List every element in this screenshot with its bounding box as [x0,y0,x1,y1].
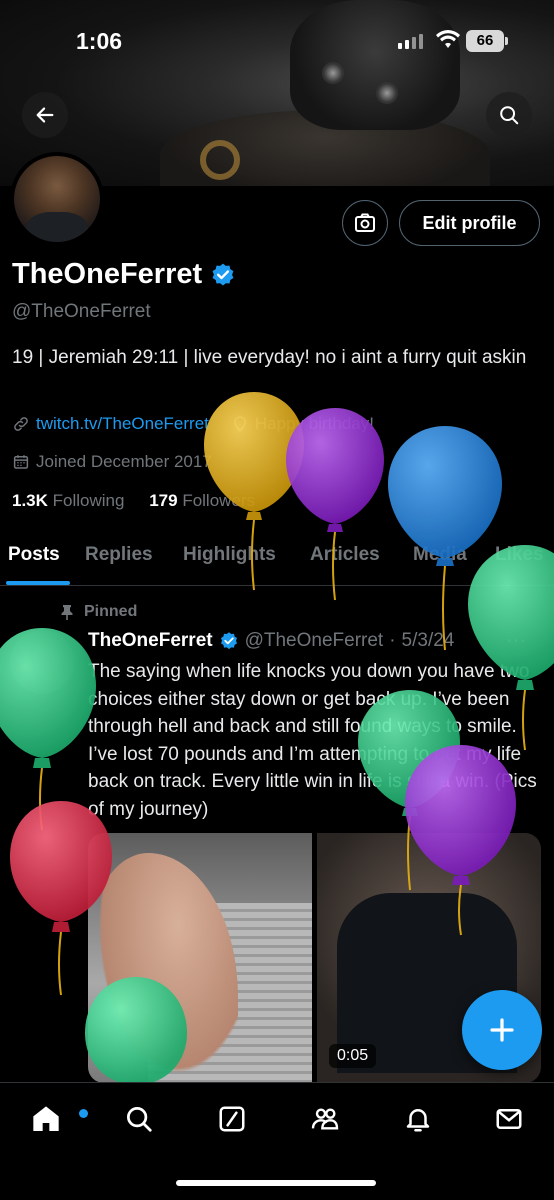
plus-icon [490,1018,514,1042]
notification-dot [79,1109,88,1118]
following-label: Following [52,491,125,510]
pinned-label-row: Pinned [60,603,137,621]
communities-icon [311,1108,339,1130]
back-button[interactable] [22,92,68,138]
video-duration-badge: 0:05 [329,1044,377,1068]
followers-label: Followers [182,491,256,510]
nav-search[interactable] [119,1099,159,1139]
search-icon [500,106,519,125]
edit-profile-button[interactable]: Edit profile [399,200,540,246]
verified-badge-icon [220,632,237,650]
wifi-icon [436,30,460,48]
notifications-icon [406,1109,430,1132]
nav-grok[interactable] [212,1099,252,1139]
messages-icon [496,1109,522,1129]
following-stat[interactable]: 1.3K Following [12,491,124,510]
birthday-text: Happy birthday! [254,414,374,433]
subscribe-camera-button[interactable] [342,200,388,246]
calendar-icon [13,455,29,469]
post-separator: · [389,630,396,651]
post-more-icon[interactable]: ⋯ [506,628,526,653]
followers-stat[interactable]: 179 Followers [149,491,255,510]
profile-avatar[interactable] [10,152,104,246]
home-icon [33,1106,59,1131]
tab-highlights[interactable]: Highlights [183,544,276,566]
joined-row: Joined December 2017 [12,452,212,472]
tab-likes[interactable]: Likes [495,544,544,566]
search-button[interactable] [486,92,532,138]
tab-articles[interactable]: Articles [310,544,380,566]
location-icon [233,416,246,432]
profile-bio: 19 | Jeremiah 29:11 | live everyday! no … [12,347,527,368]
profile-handle: @TheOneFerret [12,301,151,322]
profile-tabs: Posts Replies Highlights Articles Media … [0,530,554,586]
status-time: 1:06 [76,28,123,54]
profile-name: TheOneFerret [12,258,203,290]
post-text: The saying when life knocks you down you… [88,661,537,820]
grok-icon [219,1106,245,1132]
tab-posts[interactable]: Posts [8,544,60,566]
battery-indicator: 66 [466,30,508,52]
banner-ring [200,140,240,180]
joined-date: Joined December 2017 [36,452,212,471]
search-icon [127,1107,152,1132]
tab-replies[interactable]: Replies [85,544,153,566]
status-bar: 1:06 66 [0,0,554,80]
back-arrow-icon [36,107,54,123]
follow-stats: 1.3K Following 179 Followers [12,491,255,511]
post-author-name[interactable]: TheOneFerret [88,630,213,652]
pinned-label: Pinned [84,603,138,620]
nav-home[interactable] [26,1099,88,1139]
pin-icon [61,605,73,620]
droid-eye [376,82,398,104]
profile-link[interactable]: twitch.tv/TheOneFerret [36,414,209,434]
avatar-shirt [26,212,88,242]
post-header: TheOneFerret @TheOneFerret · 5/3/24 [88,630,454,652]
link-icon [14,417,28,431]
nav-messages[interactable] [489,1099,529,1139]
post-avatar[interactable] [10,630,74,694]
tab-media[interactable]: Media [413,544,467,566]
compose-button[interactable] [462,990,542,1070]
post-date[interactable]: 5/3/24 [402,630,455,652]
post-author-handle: @TheOneFerret [244,630,384,651]
profile-name-row: TheOneFerret [12,258,236,291]
nav-notifications[interactable] [398,1099,438,1139]
followers-count: 179 [149,491,178,510]
active-tab-indicator [6,581,70,585]
profile-meta-row: twitch.tv/TheOneFerret Happy birthday! [12,414,374,434]
cellular-signal-icon [398,34,423,49]
home-indicator [176,1180,376,1186]
post-photo[interactable] [88,833,312,1083]
camera-icon [355,213,375,232]
verified-badge-icon[interactable] [210,262,236,288]
following-count: 1.3K [12,491,48,510]
photo-flexing-arm [88,853,238,1083]
nav-communities[interactable] [305,1099,345,1139]
